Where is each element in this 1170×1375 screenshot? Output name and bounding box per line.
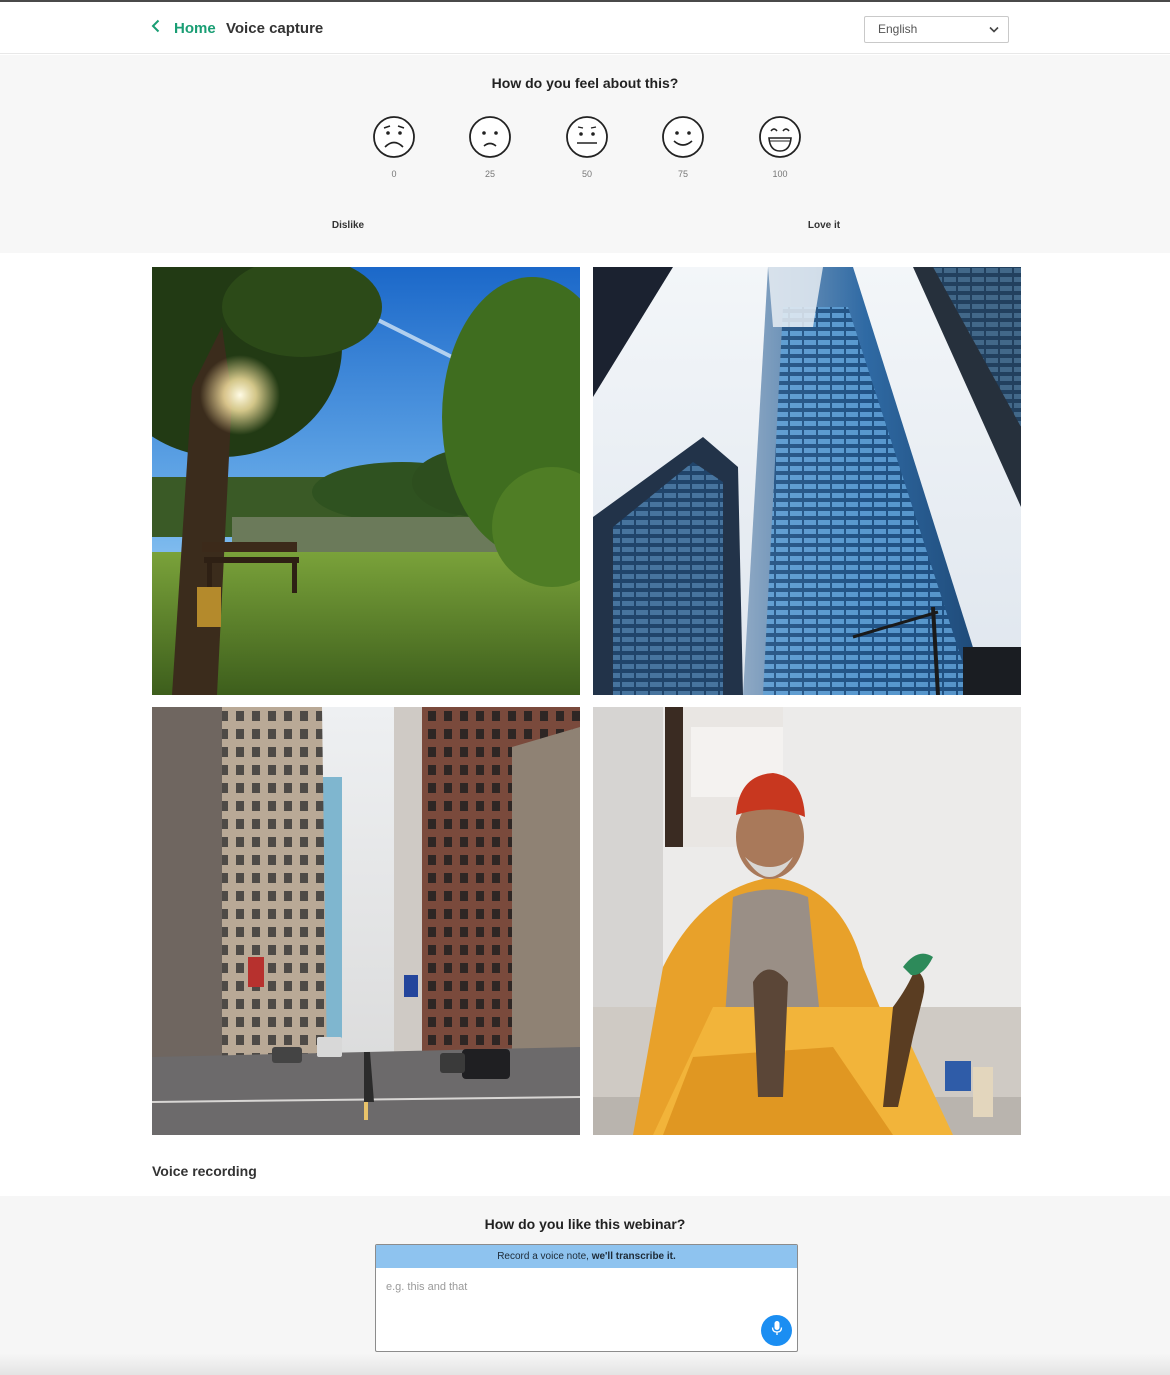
record-mic-button[interactable]: [761, 1315, 792, 1346]
seated-man-photo[interactable]: [593, 707, 1021, 1135]
face-value-75: 75: [677, 169, 688, 179]
face-value-50: 50: [581, 169, 592, 179]
very-sad-face-icon[interactable]: [372, 115, 416, 159]
voice-banner: Record a voice note, we'll transcribe it…: [376, 1245, 797, 1268]
face-value-25: 25: [484, 169, 495, 179]
voice-note-box: Record a voice note, we'll transcribe it…: [375, 1244, 798, 1352]
rating-question: How do you feel about this?: [491, 75, 679, 91]
voice-question: How do you like this webinar?: [484, 1216, 686, 1232]
skyscraper-photo[interactable]: [593, 267, 1021, 695]
neutral-face-icon[interactable]: [565, 115, 609, 159]
chevron-left-icon: [148, 18, 164, 39]
scale-max-label: Love it: [807, 220, 841, 231]
page-title: Voice capture: [226, 20, 324, 37]
home-label: Home: [174, 19, 216, 37]
language-select[interactable]: English: [864, 16, 1009, 43]
scale-min-label: Dislike: [331, 220, 365, 231]
city-street-photo[interactable]: [152, 707, 580, 1135]
voice-recording-heading: Voice recording: [152, 1163, 257, 1179]
language-value: English: [878, 22, 918, 36]
very-happy-face-icon[interactable]: [758, 115, 802, 159]
face-value-0: 0: [391, 169, 397, 179]
header: Home Voice capture English: [0, 2, 1170, 54]
sad-face-icon[interactable]: [468, 115, 512, 159]
voice-transcript-input[interactable]: [376, 1268, 797, 1351]
microphone-icon: [770, 1320, 784, 1341]
rating-section: How do you feel about this? 0 25 50 75 1…: [0, 55, 1170, 253]
face-value-100: 100: [772, 169, 788, 179]
park-bench-photo[interactable]: [152, 267, 580, 695]
banner-text: Record a voice note,: [497, 1251, 589, 1262]
banner-bold-text: we'll transcribe it.: [591, 1251, 676, 1262]
happy-face-icon[interactable]: [661, 115, 705, 159]
voice-section: How do you like this webinar? Record a v…: [0, 1196, 1170, 1375]
back-home-link[interactable]: Home: [148, 16, 216, 40]
